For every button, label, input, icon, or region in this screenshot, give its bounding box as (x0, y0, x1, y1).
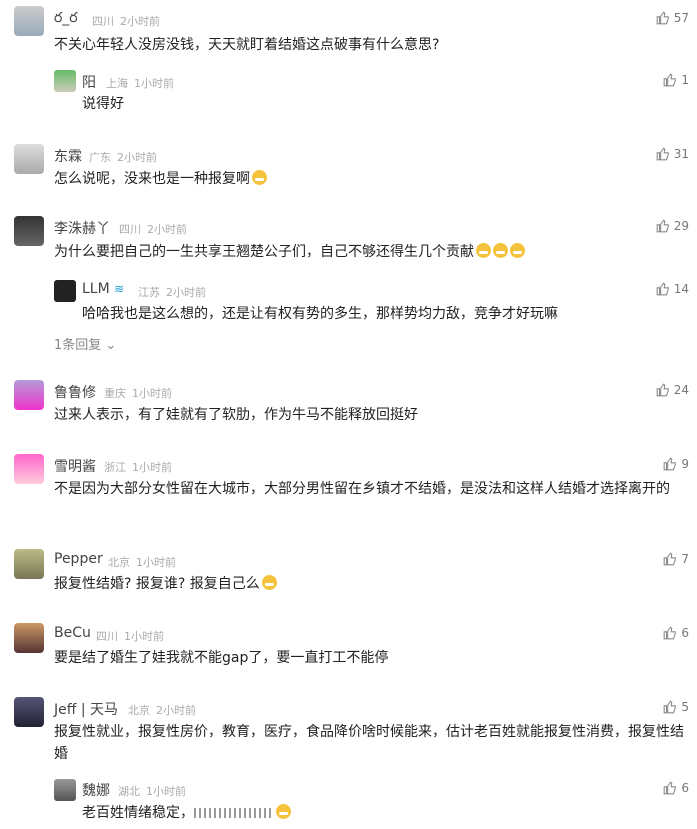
grin-emoji-icon (252, 170, 267, 185)
comment-meta: 广东 2小时前 (89, 151, 157, 164)
thumbs-up-icon (656, 219, 669, 233)
thumbs-up-icon (664, 457, 677, 471)
reply-author[interactable]: 阳 (82, 72, 96, 92)
comment-item: 东霖 广东 2小时前 31 怎么说呢，没来也是一种报复啊 (0, 140, 697, 210)
emoji-icon (276, 804, 291, 819)
like-button[interactable]: 9 (663, 457, 689, 471)
badge-icon: ≋ (114, 282, 125, 296)
comment-meta: 四川 2小时前 (119, 223, 187, 236)
like-button[interactable]: 1 (663, 73, 689, 87)
comment-text: 不关心年轻人没房没钱，天天就盯着结婚这点破事有什么意思? (54, 37, 440, 53)
reply-author[interactable]: LLM ≋ (82, 281, 124, 297)
like-button[interactable]: 14 (656, 282, 689, 296)
comment-author[interactable]: Jeff | 天马 (54, 699, 118, 719)
comment-meta: 北京 2小时前 (128, 704, 196, 717)
thumbs-up-icon (656, 147, 669, 161)
comment-item: BeCu 四川 1小时前 6 要是结了婚生了娃我就不能gap了，要一直打工不能停 (0, 619, 697, 689)
comment-author[interactable]: 鲁鲁修 (54, 382, 96, 402)
comment-meta: 四川 1小时前 (96, 630, 164, 643)
thumbs-up-icon (664, 552, 677, 566)
reply-text: 说得好 (82, 96, 124, 112)
comment-text: 报复性结婚? 报复谁? 报复自己么 (54, 573, 277, 595)
avatar[interactable] (54, 779, 76, 801)
comment-item: 李洙赫丫 四川 2小时前 29 为什么要把自己的一生共享王翘楚公子们，自己不够还得… (0, 212, 697, 353)
comment-item: Jeff | 天马 北京 2小时前 5 报复性就业，报复性房价，教育，医疗，食品降… (0, 693, 697, 829)
thumbs-up-icon (656, 383, 669, 397)
reply-text: 哈哈我也是这么想的，还是让有权有势的多生，那样势均力敌，竞争才好玩嘛 (82, 306, 558, 322)
reply-author[interactable]: 魏娜 (82, 780, 110, 800)
like-button[interactable]: 6 (663, 781, 689, 795)
like-button[interactable]: 5 (663, 700, 689, 714)
comment-text: 怎么说呢，没来也是一种报复啊 (54, 168, 267, 190)
reply-meta: 江苏 2小时前 (138, 286, 206, 299)
comment-meta: 重庆 1小时前 (104, 387, 172, 400)
more-replies-link[interactable]: 1条回复 ⌄ (54, 334, 116, 353)
comment-author[interactable]: 李洙赫丫 (54, 218, 110, 238)
reply-text: 老百姓情绪稳定， (82, 802, 291, 824)
comment-text: 不是因为大部分女性留在大城市，大部分男性留在乡镇才不结婚，是没法和这样人结婚才选… (54, 481, 670, 497)
like-button[interactable]: 31 (656, 147, 689, 161)
comment-text: 过来人表示，有了娃就有了软肋，作为牛马不能释放回挺好 (54, 407, 418, 423)
avatar[interactable] (14, 6, 44, 36)
comment-author[interactable]: ర_ర (54, 10, 78, 29)
thumbs-up-icon (664, 781, 677, 795)
avatar[interactable] (14, 623, 44, 653)
avatar[interactable] (14, 380, 44, 410)
like-button[interactable]: 7 (663, 552, 689, 566)
avatar[interactable] (54, 70, 76, 92)
comment-item: 鲁鲁修 重庆 1小时前 24 过来人表示，有了娃就有了软肋，作为牛马不能释放回挺好 (0, 376, 697, 446)
reply-meta: 湖北 1小时前 (118, 785, 186, 798)
reply-meta: 上海 1小时前 (106, 77, 174, 90)
like-button[interactable]: 57 (656, 11, 689, 25)
comment-author[interactable]: 东霖 (54, 146, 82, 166)
comment-meta: 浙江 1小时前 (104, 461, 172, 474)
avatar[interactable] (14, 454, 44, 484)
comment-item: 雪明酱 浙江 1小时前 9 不是因为大部分女性留在大城市，大部分男性留在乡镇才不结… (0, 450, 697, 540)
comment-item: Pepper 北京 1小时前 7 报复性结婚? 报复谁? 报复自己么 (0, 545, 697, 615)
thumbs-up-icon (664, 626, 677, 640)
thumbs-up-icon (656, 282, 669, 296)
avatar[interactable] (14, 549, 44, 579)
avatar[interactable] (14, 144, 44, 174)
like-button[interactable]: 24 (656, 383, 689, 397)
laugh-emoji-icon (261, 575, 277, 590)
thumbs-up-icon (656, 11, 669, 25)
emoji-icon (510, 243, 525, 258)
comment-author[interactable]: BeCu (54, 625, 91, 641)
thumbs-up-icon (664, 73, 677, 87)
comment-item: ర_ర 四川 2小时前 57 不关心年轻人没房没钱，天天就盯着结婚这点破事有什么意… (0, 0, 697, 140)
comment-author[interactable]: Pepper (54, 551, 103, 567)
chevron-down-icon: ⌄ (105, 338, 117, 353)
emoji-icon (493, 243, 508, 258)
thumbs-up-icon (664, 700, 677, 714)
like-button[interactable]: 29 (656, 219, 689, 233)
comment-text: 要是结了婚生了娃我就不能gap了，要一直打工不能停 (54, 650, 389, 666)
comment-text: 为什么要把自己的一生共享王翘楚公子们，自己不够还得生几个贡献 (54, 241, 525, 263)
avatar[interactable] (54, 280, 76, 302)
emoji-icon (476, 243, 491, 258)
comment-text: 报复性就业，报复性房价，教育，医疗，食品降价啥时候能来，估计老百姓就能报复性消费… (54, 724, 684, 762)
comment-author[interactable]: 雪明酱 (54, 456, 96, 476)
avatar[interactable] (14, 697, 44, 727)
comment-meta: 北京 1小时前 (108, 556, 176, 569)
redacted-text (194, 808, 274, 818)
avatar[interactable] (14, 216, 44, 246)
like-button[interactable]: 6 (663, 626, 689, 640)
comment-meta: 四川 2小时前 (92, 15, 160, 28)
